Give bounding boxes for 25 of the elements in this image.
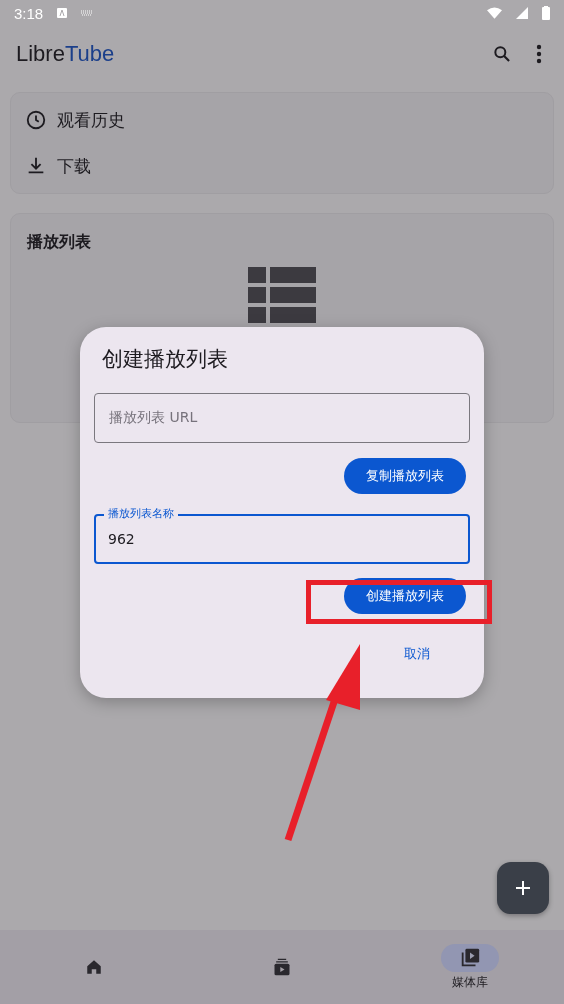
battery-icon: [542, 6, 550, 20]
link-label[interactable]: 观看历史: [57, 108, 125, 132]
notification-icon: [57, 8, 68, 18]
list-icon: [248, 267, 316, 323]
link-label[interactable]: 下载: [57, 154, 91, 178]
wifi-icon: [487, 7, 502, 19]
dialog-title: 创建播放列表: [102, 346, 229, 373]
clone-playlist-button[interactable]: 复制播放列表: [344, 458, 466, 494]
clock-icon: [25, 109, 47, 131]
keyboard-icon: [81, 10, 94, 16]
video-stack-icon: [272, 957, 292, 977]
search-icon: [492, 44, 512, 64]
section-title: 播放列表: [25, 231, 92, 253]
more-icon: [536, 44, 542, 64]
home-icon: [85, 958, 103, 976]
url-input-field[interactable]: 播放列表 URL: [94, 393, 470, 443]
video-library-icon: [459, 946, 481, 969]
add-button[interactable]: [497, 862, 549, 914]
nav-button[interactable]: [441, 943, 499, 972]
app-logo: LibreTube: [16, 41, 116, 67]
cancel-button[interactable]: 取消: [390, 636, 444, 672]
status-time: 3:18: [14, 4, 44, 22]
plus-icon: [514, 879, 532, 897]
nav-label[interactable]: 媒体库: [452, 973, 488, 991]
signal-icon: [516, 7, 528, 19]
